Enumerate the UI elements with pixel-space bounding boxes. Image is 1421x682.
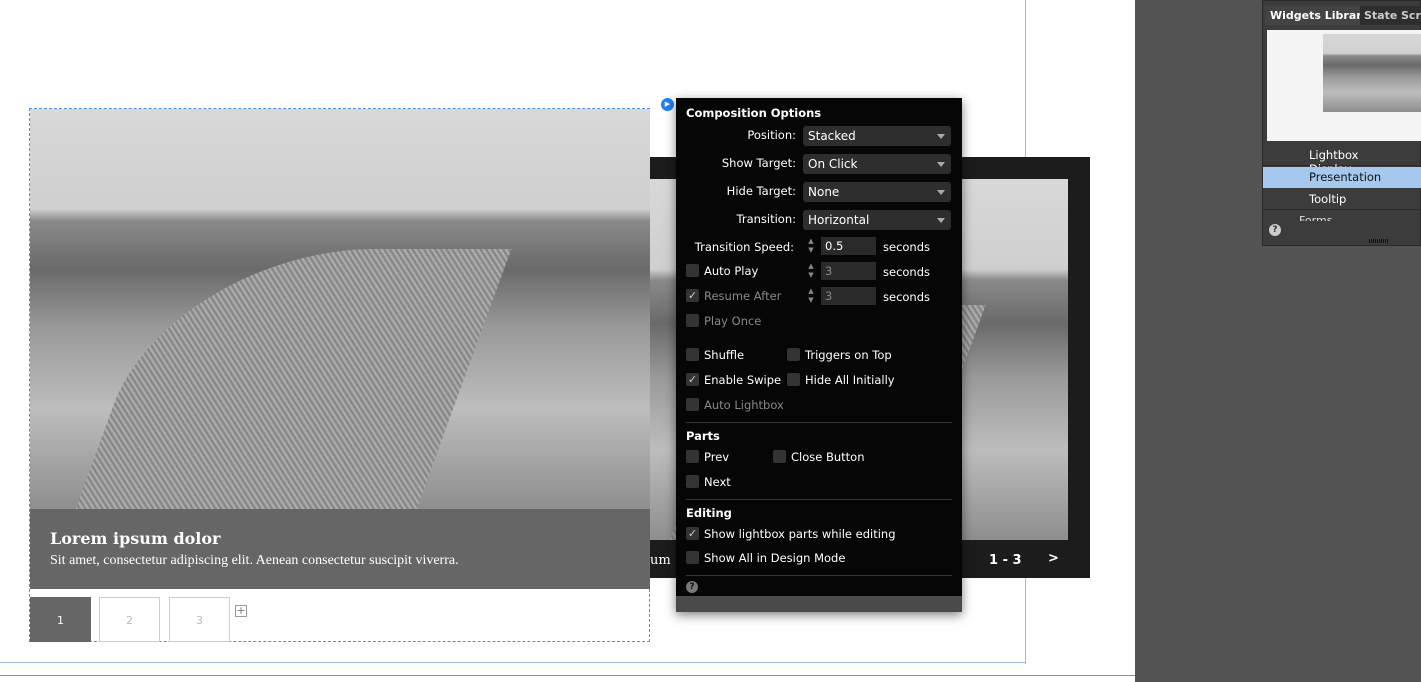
slide-counter: 1 - 3	[989, 553, 1022, 568]
show-target-label: Show Target:	[721, 156, 796, 170]
caption-text: Sit amet, consectetur adipiscing elit. A…	[50, 553, 459, 568]
editing-heading: Editing	[686, 506, 732, 520]
divider	[686, 499, 952, 500]
list-item-lightbox[interactable]: Lightbox Display	[1263, 145, 1421, 176]
show-parts-checkbox[interactable]: ✓ Show lightbox parts while editing	[686, 527, 896, 541]
speed-input[interactable]: 0.5	[821, 237, 876, 255]
show-target-select[interactable]: On Click	[803, 154, 951, 174]
slideshow-widget[interactable]: Lorem ipsum dolor Sit amet, consectetur …	[29, 108, 650, 642]
composition-options-panel: Composition Options Position: Stacked Sh…	[676, 98, 962, 612]
resume-checkbox[interactable]: ✓ Resume After	[686, 289, 781, 303]
seconds-label: seconds	[883, 240, 931, 254]
transition-select[interactable]: Horizontal	[803, 210, 951, 230]
parts-heading: Parts	[686, 429, 720, 443]
list-item-presentation[interactable]: Presentation	[1263, 167, 1421, 188]
widget-preview	[1267, 30, 1421, 141]
panel-footer	[676, 596, 962, 612]
speed-label: Transition Speed:	[694, 240, 794, 254]
caption-box: Lorem ipsum dolor Sit amet, consectetur …	[30, 509, 650, 589]
guide-line	[0, 662, 1026, 663]
widgets-library-panel: Widgets Library States Scro Lightbox Dis…	[1262, 0, 1421, 246]
autoplay-stepper[interactable]: ▲ ▼	[804, 262, 818, 280]
next-checkbox[interactable]: Next	[686, 475, 731, 489]
seconds-label: seconds	[883, 290, 931, 304]
seconds-label: seconds	[883, 265, 931, 279]
caption-fragment: um	[650, 553, 671, 568]
resume-input[interactable]: 3	[821, 287, 876, 305]
caption-title: Lorem ipsum dolor	[50, 529, 221, 548]
thumbnail-3[interactable]: 3	[169, 597, 230, 642]
divider	[686, 422, 952, 423]
slide-image	[30, 109, 650, 509]
tab-bar: Widgets Library States Scro	[1263, 6, 1421, 26]
hide-target-label: Hide Target:	[726, 184, 796, 198]
hide-target-select[interactable]: None	[803, 182, 951, 202]
play-icon[interactable]: ▶	[661, 98, 674, 111]
thumbnail-2[interactable]: 2	[99, 597, 160, 642]
position-select[interactable]: Stacked	[803, 126, 951, 146]
help-icon[interactable]: ?	[1269, 224, 1281, 236]
tab-scroll[interactable]: Scro	[1397, 6, 1421, 25]
triggers-on-top-checkbox[interactable]: Triggers on Top	[787, 348, 892, 362]
autoplay-input[interactable]: 3	[821, 262, 876, 280]
list-item-tooltip[interactable]: Tooltip	[1263, 189, 1421, 210]
speed-stepper[interactable]: ▲ ▼	[804, 237, 818, 255]
resize-grip[interactable]	[1369, 239, 1389, 243]
close-button-checkbox[interactable]: Close Button	[773, 450, 865, 464]
folder-forms[interactable]: Forms	[1263, 211, 1421, 221]
show-all-checkbox[interactable]: Show All in Design Mode	[686, 551, 845, 565]
divider	[686, 575, 952, 576]
autoplay-checkbox[interactable]: Auto Play	[686, 264, 758, 278]
enable-swipe-checkbox[interactable]: ✓ Enable Swipe	[686, 373, 781, 387]
resume-stepper[interactable]: ▲ ▼	[804, 287, 818, 305]
position-label: Position:	[747, 128, 796, 142]
tab-widgets-library[interactable]: Widgets Library	[1265, 6, 1374, 25]
play-once-checkbox[interactable]: Play Once	[686, 314, 761, 328]
hide-all-checkbox[interactable]: Hide All Initially	[787, 373, 895, 387]
transition-label: Transition:	[736, 212, 797, 226]
thumbnail-1[interactable]: 1	[30, 597, 91, 642]
auto-lightbox-checkbox[interactable]: Auto Lightbox	[686, 398, 784, 412]
shuffle-checkbox[interactable]: Shuffle	[686, 348, 744, 362]
panel-title: Composition Options	[686, 106, 822, 120]
prev-checkbox[interactable]: Prev	[686, 450, 729, 464]
preview-image	[1323, 34, 1421, 112]
plus-icon[interactable]: +	[235, 605, 247, 617]
next-button[interactable]: >	[1048, 551, 1059, 566]
help-icon[interactable]: ?	[686, 581, 698, 593]
